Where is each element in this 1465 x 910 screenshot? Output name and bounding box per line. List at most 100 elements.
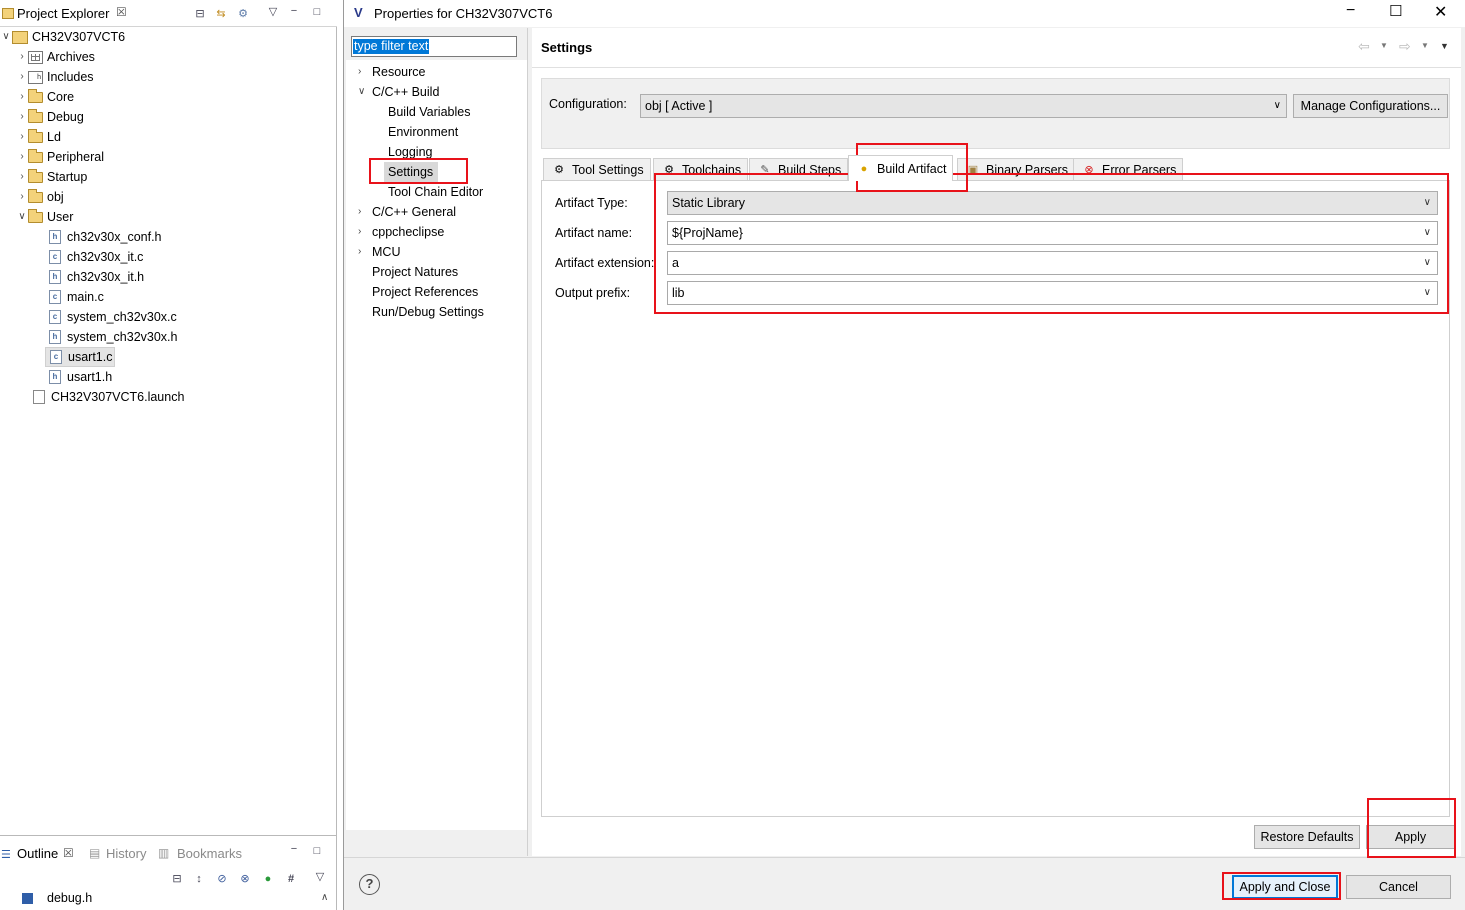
tree-row-file[interactable]: h system_ch32v30x.h (49, 327, 177, 347)
view-menu-icon[interactable]: ▽ (313, 870, 327, 884)
hide-fields-icon[interactable]: ⊘ (215, 872, 229, 886)
tree-row-file[interactable]: c system_ch32v30x.c (49, 307, 177, 327)
tree-row-file-selected[interactable]: c usart1.c (45, 347, 116, 367)
nav-item-logging[interactable]: Logging (388, 142, 433, 162)
nav-item-build-variables[interactable]: Build Variables (388, 102, 470, 122)
chevron-right-icon[interactable]: › (358, 62, 361, 82)
tree-row-archives[interactable]: › Archives (16, 47, 95, 67)
chevron-right-icon[interactable]: › (16, 167, 28, 187)
chevron-right-icon[interactable]: › (16, 87, 28, 107)
chevron-right-icon[interactable]: › (16, 127, 28, 147)
nav-item-project-references[interactable]: Project References (372, 282, 478, 302)
restore-defaults-button[interactable]: Restore Defaults (1254, 825, 1360, 849)
filter-icon[interactable]: ⚙ (236, 7, 250, 21)
configuration-combo[interactable]: obj [ Active ] ∨ (640, 94, 1287, 118)
artifact-extension-combo[interactable]: a ∨ (667, 251, 1438, 275)
output-prefix-combo[interactable]: lib ∨ (667, 281, 1438, 305)
tab-build-artifact[interactable]: ● Build Artifact (848, 155, 954, 181)
tab-binary-parsers[interactable]: ▣ Binary Parsers (957, 158, 1075, 180)
nav-item-tool-chain-editor[interactable]: Tool Chain Editor (388, 182, 483, 202)
tree-row-file[interactable]: h ch32v30x_it.h (49, 267, 144, 287)
hide-macros-icon[interactable]: # (284, 872, 298, 886)
chevron-down-icon[interactable]: ▼ (1421, 41, 1429, 50)
help-icon[interactable]: ? (359, 874, 380, 895)
tab-history[interactable]: History (106, 846, 146, 861)
project-explorer-title[interactable]: Project Explorer (17, 6, 109, 21)
chevron-down-icon[interactable]: ▼ (1380, 41, 1388, 50)
artifact-name-combo[interactable]: ${ProjName} ∨ (667, 221, 1438, 245)
nav-item-environment[interactable]: Environment (388, 122, 458, 142)
chevron-down-icon[interactable]: ∨ (0, 27, 12, 47)
tab-tool-settings[interactable]: ⚙ Tool Settings (543, 158, 651, 180)
nav-item-resource[interactable]: Resource (372, 62, 426, 82)
tree-row-file[interactable]: c ch32v30x_it.c (49, 247, 143, 267)
apply-and-close-button[interactable]: Apply and Close (1232, 875, 1338, 899)
chevron-right-icon[interactable]: › (16, 67, 28, 87)
chevron-right-icon[interactable]: › (358, 242, 361, 262)
tree-row-file[interactable]: c main.c (49, 287, 104, 307)
tree-row-ld[interactable]: › Ld (16, 127, 61, 147)
view-menu-icon[interactable]: ▽ (266, 5, 280, 19)
minimize-window-icon[interactable]: − (1346, 2, 1355, 20)
tree-row-launch[interactable]: CH32V307VCT6.launch (33, 387, 184, 407)
nav-item-settings[interactable]: Settings (388, 162, 433, 182)
artifact-type-combo[interactable]: Static Library ∨ (667, 191, 1438, 215)
dialog-sash[interactable] (527, 28, 531, 856)
tree-row-startup[interactable]: › Startup (16, 167, 87, 187)
maximize-window-icon[interactable]: ☐ (1389, 2, 1402, 20)
outline-item[interactable]: debug.h (47, 891, 92, 905)
scroll-up-icon[interactable]: ∧ (321, 892, 328, 903)
cancel-button[interactable]: Cancel (1346, 875, 1451, 899)
tab-error-parsers[interactable]: ⊗ Error Parsers (1073, 158, 1184, 180)
manage-configurations-button[interactable]: Manage Configurations... (1293, 94, 1448, 118)
chevron-down-icon[interactable]: ∨ (358, 82, 365, 102)
filter-input[interactable]: type filter text (351, 36, 517, 57)
back-icon[interactable]: ⇦ (1358, 38, 1370, 55)
chevron-right-icon[interactable]: › (16, 107, 28, 127)
chevron-right-icon[interactable]: › (16, 47, 28, 67)
hide-nonpublic-icon[interactable]: ● (261, 872, 275, 886)
maximize-icon[interactable]: □ (310, 844, 324, 858)
close-icon[interactable]: ☒ (63, 846, 74, 860)
chevron-down-icon[interactable]: ∨ (16, 207, 28, 227)
tab-toolchains[interactable]: ⚙ Toolchains (653, 158, 749, 180)
folder-icon (28, 109, 43, 123)
forward-icon[interactable]: ⇨ (1399, 38, 1411, 55)
tab-outline[interactable]: Outline (17, 846, 58, 861)
tree-row-project[interactable]: ∨ CH32V307VCT6 (0, 27, 125, 47)
header-file-icon: h (49, 230, 61, 244)
minimize-icon[interactable]: − (287, 842, 301, 856)
link-editor-icon[interactable]: ⇆ (214, 7, 228, 21)
chevron-right-icon[interactable]: › (16, 147, 28, 167)
minimize-icon[interactable]: − (287, 4, 301, 18)
sort-icon[interactable]: ↕ (192, 872, 206, 886)
archive-icon (28, 50, 43, 64)
tree-row-debug[interactable]: › Debug (16, 107, 84, 127)
view-menu-icon[interactable]: ▼ (1440, 41, 1449, 51)
nav-item-cppcheclipse[interactable]: cppcheclipse (372, 222, 444, 242)
tree-row-includes[interactable]: › h Includes (16, 67, 93, 87)
nav-item-cpp-build[interactable]: C/C++ Build (372, 82, 439, 102)
chevron-right-icon[interactable]: › (358, 202, 361, 222)
collapse-all-icon[interactable]: ⊟ (193, 7, 207, 21)
nav-item-cpp-general[interactable]: C/C++ General (372, 202, 456, 222)
tree-row-peripheral[interactable]: › Peripheral (16, 147, 104, 167)
tab-bookmarks[interactable]: Bookmarks (177, 846, 242, 861)
hide-static-icon[interactable]: ⊗ (238, 872, 252, 886)
tree-row-user[interactable]: ∨ User (16, 207, 73, 227)
apply-button[interactable]: Apply (1366, 825, 1455, 849)
tree-row-obj[interactable]: › obj (16, 187, 64, 207)
collapse-all-icon[interactable]: ⊟ (170, 872, 184, 886)
close-icon[interactable]: ☒ (116, 5, 127, 19)
tab-build-steps[interactable]: ✎ Build Steps (749, 158, 849, 180)
tree-row-file[interactable]: h usart1.h (49, 367, 112, 387)
nav-item-project-natures[interactable]: Project Natures (372, 262, 458, 282)
chevron-right-icon[interactable]: › (16, 187, 28, 207)
nav-item-run-debug-settings[interactable]: Run/Debug Settings (372, 302, 484, 322)
nav-item-mcu[interactable]: MCU (372, 242, 400, 262)
maximize-icon[interactable]: □ (310, 5, 324, 19)
close-window-icon[interactable]: ✕ (1434, 2, 1447, 22)
chevron-right-icon[interactable]: › (358, 222, 361, 242)
tree-row-file[interactable]: h ch32v30x_conf.h (49, 227, 162, 247)
tree-row-core[interactable]: › Core (16, 87, 74, 107)
